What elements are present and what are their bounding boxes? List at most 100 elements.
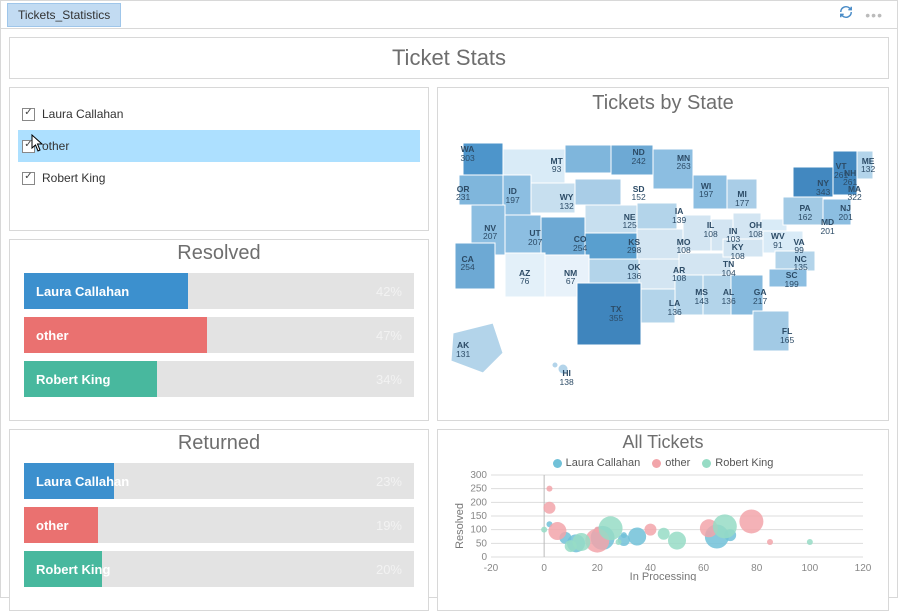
state-label: UT207 bbox=[528, 229, 542, 246]
bar-label: other bbox=[36, 328, 69, 343]
chart-title: Returned bbox=[24, 432, 414, 455]
resolved-chart: Resolved Laura Callahan 42% other 47% Ro… bbox=[9, 239, 429, 421]
state-label: AK131 bbox=[456, 341, 470, 358]
state-label: IN103 bbox=[726, 227, 740, 244]
state-label: MO108 bbox=[677, 238, 691, 255]
bar-value: 42% bbox=[376, 284, 402, 299]
state-label: ID197 bbox=[506, 187, 520, 204]
state-label: MA322 bbox=[848, 185, 862, 202]
checkbox-icon[interactable] bbox=[22, 108, 35, 121]
state-label: GA217 bbox=[753, 288, 767, 305]
svg-text:80: 80 bbox=[751, 563, 763, 574]
state-label: ND242 bbox=[632, 148, 646, 165]
state-label: AZ76 bbox=[519, 269, 530, 286]
state-label: CA254 bbox=[461, 255, 475, 272]
state-label: LA136 bbox=[668, 299, 682, 316]
legend: Laura Callahan other Robert King bbox=[448, 457, 878, 469]
state-label: VA99 bbox=[794, 238, 805, 255]
state-label: WV91 bbox=[771, 232, 785, 249]
state-label: MD201 bbox=[821, 218, 835, 235]
svg-text:150: 150 bbox=[470, 511, 487, 522]
state-label: NV207 bbox=[483, 224, 497, 241]
filter-label: Laura Callahan bbox=[42, 107, 123, 121]
filter-item-robert[interactable]: Robert King bbox=[18, 162, 420, 194]
bar-row[interactable]: Robert King 34% bbox=[24, 361, 414, 397]
state-label: SC199 bbox=[785, 271, 799, 288]
bar-value: 34% bbox=[376, 372, 402, 387]
us-map[interactable]: WA303MT93ND242MN263OR231ID197WY132SD152W… bbox=[438, 123, 888, 403]
all-tickets-chart: All Tickets Laura Callahan other Robert … bbox=[437, 429, 889, 611]
state-label: NE125 bbox=[623, 213, 637, 230]
dashboard: Ticket Stats Laura Callahan other Robert… bbox=[1, 29, 897, 597]
tab-bar: Tickets_Statistics ••• bbox=[1, 1, 897, 29]
bar-label: Robert King bbox=[36, 372, 110, 387]
tickets-by-state-map: Tickets by State bbox=[437, 87, 889, 421]
filter-item-laura[interactable]: Laura Callahan bbox=[18, 98, 420, 130]
svg-text:100: 100 bbox=[802, 563, 819, 574]
svg-text:50: 50 bbox=[476, 538, 488, 549]
state-label: NY343 bbox=[816, 179, 830, 196]
state-label: MS143 bbox=[695, 288, 709, 305]
dashboard-title: Ticket Stats bbox=[9, 37, 889, 79]
bar-value: 19% bbox=[376, 518, 402, 533]
svg-text:-20: -20 bbox=[484, 563, 499, 574]
bar-row[interactable]: Robert King 20% bbox=[24, 551, 414, 587]
checkbox-icon[interactable] bbox=[22, 172, 35, 185]
svg-text:200: 200 bbox=[470, 497, 487, 508]
chart-title: All Tickets bbox=[448, 432, 878, 453]
scatter-plot[interactable]: 050100150200250300-20020406080100120In P… bbox=[448, 471, 878, 581]
state-label: MT93 bbox=[551, 157, 563, 174]
bar-value: 23% bbox=[376, 474, 402, 489]
state-label: FL165 bbox=[780, 327, 794, 344]
state-label: WA303 bbox=[461, 145, 475, 162]
state-label: HI138 bbox=[560, 369, 574, 386]
state-label: TN104 bbox=[722, 260, 736, 277]
tab-tickets-statistics[interactable]: Tickets_Statistics bbox=[7, 3, 121, 27]
state-label: KS298 bbox=[627, 238, 641, 255]
state-label: ME132 bbox=[861, 157, 875, 174]
state-label: NJ201 bbox=[839, 204, 853, 221]
filter-item-other[interactable]: other bbox=[18, 130, 420, 162]
legend-item: Laura Callahan bbox=[553, 457, 641, 469]
svg-text:120: 120 bbox=[855, 563, 872, 574]
bar-label: Laura Callahan bbox=[36, 284, 129, 299]
svg-text:60: 60 bbox=[698, 563, 710, 574]
svg-text:100: 100 bbox=[470, 525, 487, 536]
bar-row[interactable]: Laura Callahan 42% bbox=[24, 273, 414, 309]
state-label: OR231 bbox=[456, 185, 470, 202]
state-label: OK136 bbox=[627, 263, 641, 280]
state-label: KY108 bbox=[731, 243, 745, 260]
svg-text:0: 0 bbox=[541, 563, 547, 574]
bar-value: 20% bbox=[376, 562, 402, 577]
state-label: AL136 bbox=[722, 288, 736, 305]
app-window: Tickets_Statistics ••• Ticket Stats Laur… bbox=[0, 0, 898, 598]
bar-row[interactable]: other 47% bbox=[24, 317, 414, 353]
refresh-icon[interactable] bbox=[839, 5, 853, 24]
filter-panel: Laura Callahan other Robert King bbox=[9, 87, 429, 231]
state-label: TX355 bbox=[609, 305, 623, 322]
state-label: WY132 bbox=[560, 193, 574, 210]
chart-title: Resolved bbox=[24, 242, 414, 265]
bar-row[interactable]: other 19% bbox=[24, 507, 414, 543]
legend-item: other bbox=[652, 457, 690, 469]
svg-text:In Processing: In Processing bbox=[630, 571, 697, 581]
state-label: NM67 bbox=[564, 269, 577, 286]
state-label: SD152 bbox=[632, 185, 646, 202]
legend-item: Robert King bbox=[702, 457, 773, 469]
state-label: WI197 bbox=[699, 182, 713, 199]
bar-label: Laura Callahan bbox=[36, 474, 129, 489]
state-label: MI177 bbox=[735, 190, 749, 207]
bar-label: Robert King bbox=[36, 562, 110, 577]
bar-row[interactable]: Laura Callahan 23% bbox=[24, 463, 414, 499]
svg-text:Resolved: Resolved bbox=[454, 503, 466, 549]
svg-text:20: 20 bbox=[592, 563, 604, 574]
bar-value: 47% bbox=[376, 328, 402, 343]
more-icon[interactable]: ••• bbox=[865, 7, 883, 23]
filter-label: Robert King bbox=[42, 171, 105, 185]
state-label: NC135 bbox=[794, 255, 808, 272]
filter-label: other bbox=[42, 139, 69, 153]
state-label: CO254 bbox=[573, 235, 587, 252]
state-label: AR108 bbox=[672, 266, 686, 283]
state-label: IL108 bbox=[704, 221, 718, 238]
returned-chart: Returned Laura Callahan 23% other 19% Ro… bbox=[9, 429, 429, 611]
